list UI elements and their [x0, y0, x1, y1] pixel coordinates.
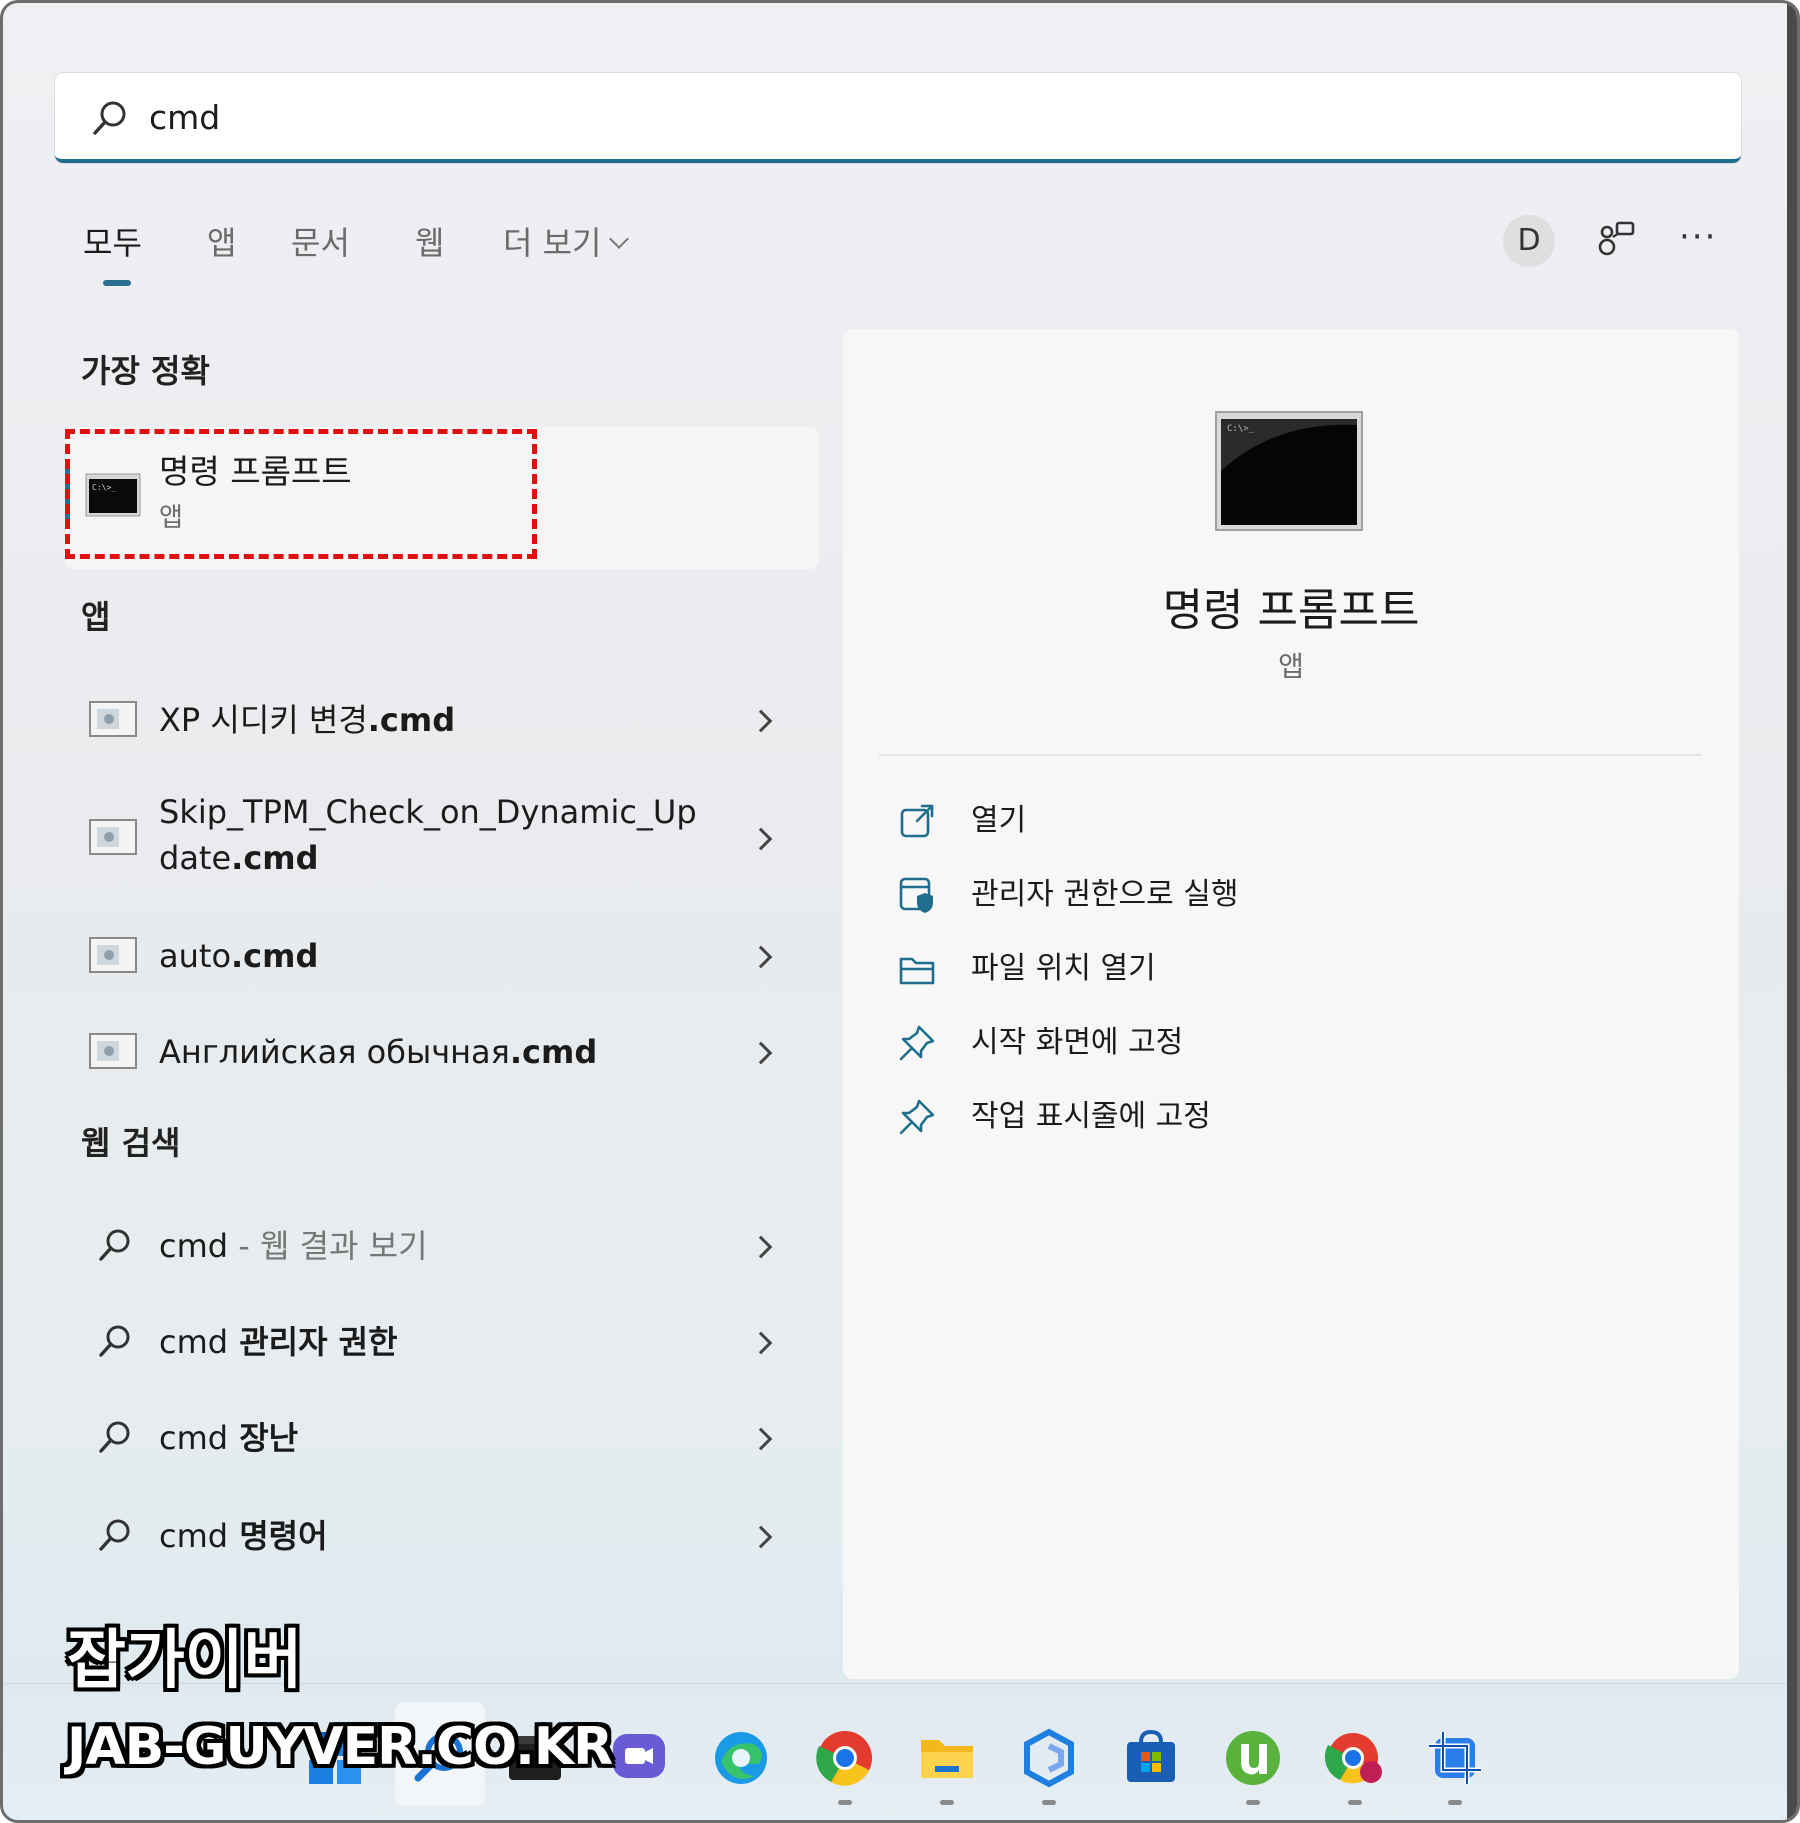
running-indicator	[1448, 1800, 1462, 1805]
running-indicator	[940, 1800, 954, 1805]
script-file-icon	[89, 937, 137, 973]
watermark-title: 잡가이버	[67, 1624, 303, 1698]
web-search-row[interactable]: cmd - 웹 결과 보기	[65, 1209, 819, 1283]
tab-web[interactable]: 웹	[415, 218, 444, 268]
search-box[interactable]: cmd	[55, 73, 1741, 163]
web-search-label: cmd - 웹 결과 보기	[159, 1227, 428, 1265]
highlight-dashed-box	[65, 429, 537, 559]
detail-type: 앱	[1278, 650, 1304, 683]
action-label: 작업 표시줄에 고정	[971, 1099, 1211, 1134]
account-avatar[interactable]: D	[1503, 215, 1555, 267]
running-indicator	[1246, 1800, 1260, 1805]
action-open[interactable]: 열기	[897, 793, 1597, 849]
teams-chat-icon[interactable]	[607, 1726, 671, 1790]
app-result-label: Skip_TPM_Check_on_Dynamic_Up date.cmd	[159, 793, 697, 877]
tab-more-label: 더 보기	[503, 224, 602, 262]
running-indicator	[1348, 1800, 1362, 1805]
script-file-icon	[89, 701, 137, 737]
action-pin-to-taskbar[interactable]: 작업 표시줄에 고정	[897, 1089, 1597, 1145]
chevron-right-icon	[749, 1525, 773, 1549]
action-run-as-admin[interactable]: 관리자 권한으로 실행	[897, 867, 1597, 923]
snipping-tool-icon[interactable]	[1423, 1726, 1487, 1790]
chevron-right-icon	[749, 827, 773, 851]
web-search-heading: 웹 검색	[81, 1124, 181, 1162]
pin-icon	[899, 1025, 935, 1061]
web-search-row[interactable]: cmd 장난	[65, 1401, 819, 1475]
more-options-icon[interactable]: ···	[1679, 217, 1717, 257]
open-external-icon	[900, 804, 934, 838]
web-search-row[interactable]: cmd 관리자 권한	[65, 1305, 819, 1379]
chevron-right-icon	[749, 1331, 773, 1355]
running-indicator	[838, 1800, 852, 1805]
tab-more[interactable]: 더 보기	[503, 218, 629, 268]
command-prompt-large-icon: C:\>_	[1215, 411, 1363, 531]
app-result-row[interactable]: Skip_TPM_Check_on_Dynamic_Up date.cmd	[65, 783, 819, 893]
app-result-row[interactable]: Английская обычная.cmd	[65, 1015, 819, 1089]
detail-title: 명령 프롬프트	[1162, 585, 1420, 636]
action-open-file-location[interactable]: 파일 위치 열기	[897, 941, 1597, 997]
tab-apps[interactable]: 앱	[207, 218, 236, 268]
share-account-icon[interactable]	[1593, 217, 1639, 263]
action-pin-to-start[interactable]: 시작 화면에 고정	[897, 1015, 1597, 1071]
web-search-label: cmd 장난	[159, 1419, 299, 1457]
script-file-icon	[89, 1033, 137, 1069]
web-search-label: cmd 명령어	[159, 1517, 328, 1555]
search-icon	[99, 1519, 130, 1551]
app-result-row[interactable]: XP 시디키 변경.cmd	[65, 683, 819, 757]
chevron-right-icon	[749, 709, 773, 733]
best-match-heading: 가장 정확	[81, 352, 210, 390]
active-tab-indicator	[103, 280, 131, 286]
app-result-label: auto.cmd	[159, 937, 319, 975]
search-icon	[93, 101, 126, 135]
chrome-profile-icon[interactable]	[1323, 1726, 1387, 1790]
utorrent-icon[interactable]	[1221, 1726, 1285, 1790]
start-search-window: cmd 모두 앱 문서 웹 더 보기 D ··· 가장 정확 C:\>_ 명령 …	[0, 0, 1800, 1823]
app-result-row[interactable]: auto.cmd	[65, 917, 819, 991]
svg-text:C:\>_: C:\>_	[1227, 424, 1255, 434]
watermark-url: JAB-GUYVER.CO.KR	[67, 1717, 613, 1777]
chevron-right-icon	[749, 1235, 773, 1259]
script-file-icon	[89, 819, 137, 855]
search-input[interactable]: cmd	[149, 93, 220, 143]
tab-all[interactable]: 모두	[83, 218, 142, 268]
folder-icon	[899, 957, 935, 985]
shield-admin-icon	[899, 877, 933, 913]
chrome-icon[interactable]	[813, 1726, 877, 1790]
chevron-down-icon	[608, 229, 629, 249]
copilot-icon[interactable]	[1017, 1726, 1081, 1790]
web-search-row[interactable]: cmd 명령어	[65, 1499, 819, 1573]
apps-heading: 앱	[81, 598, 111, 636]
detail-panel: C:\>_ 명령 프롬프트 앱 열기 관리자 권한으로 실행 파일 위치 열기 …	[843, 329, 1739, 1679]
app-result-label: XP 시디키 변경.cmd	[159, 701, 456, 739]
divider	[879, 754, 1701, 756]
web-search-label: cmd 관리자 권한	[159, 1323, 398, 1361]
chevron-right-icon	[749, 945, 773, 969]
app-result-label: Английская обычная.cmd	[159, 1033, 598, 1071]
action-label: 관리자 권한으로 실행	[971, 877, 1239, 912]
action-label: 열기	[971, 803, 1027, 838]
search-icon	[99, 1229, 130, 1261]
search-icon	[99, 1325, 130, 1357]
tab-documents[interactable]: 문서	[291, 218, 350, 268]
chevron-right-icon	[749, 1041, 773, 1065]
search-icon	[99, 1421, 130, 1453]
running-indicator	[1042, 1800, 1056, 1805]
store-icon[interactable]	[1119, 1726, 1183, 1790]
action-label: 파일 위치 열기	[971, 951, 1156, 986]
action-label: 시작 화면에 고정	[971, 1025, 1184, 1060]
pin-icon	[899, 1099, 935, 1135]
chevron-right-icon	[749, 1427, 773, 1451]
file-explorer-icon[interactable]	[915, 1726, 979, 1790]
edge-icon[interactable]	[709, 1726, 773, 1790]
